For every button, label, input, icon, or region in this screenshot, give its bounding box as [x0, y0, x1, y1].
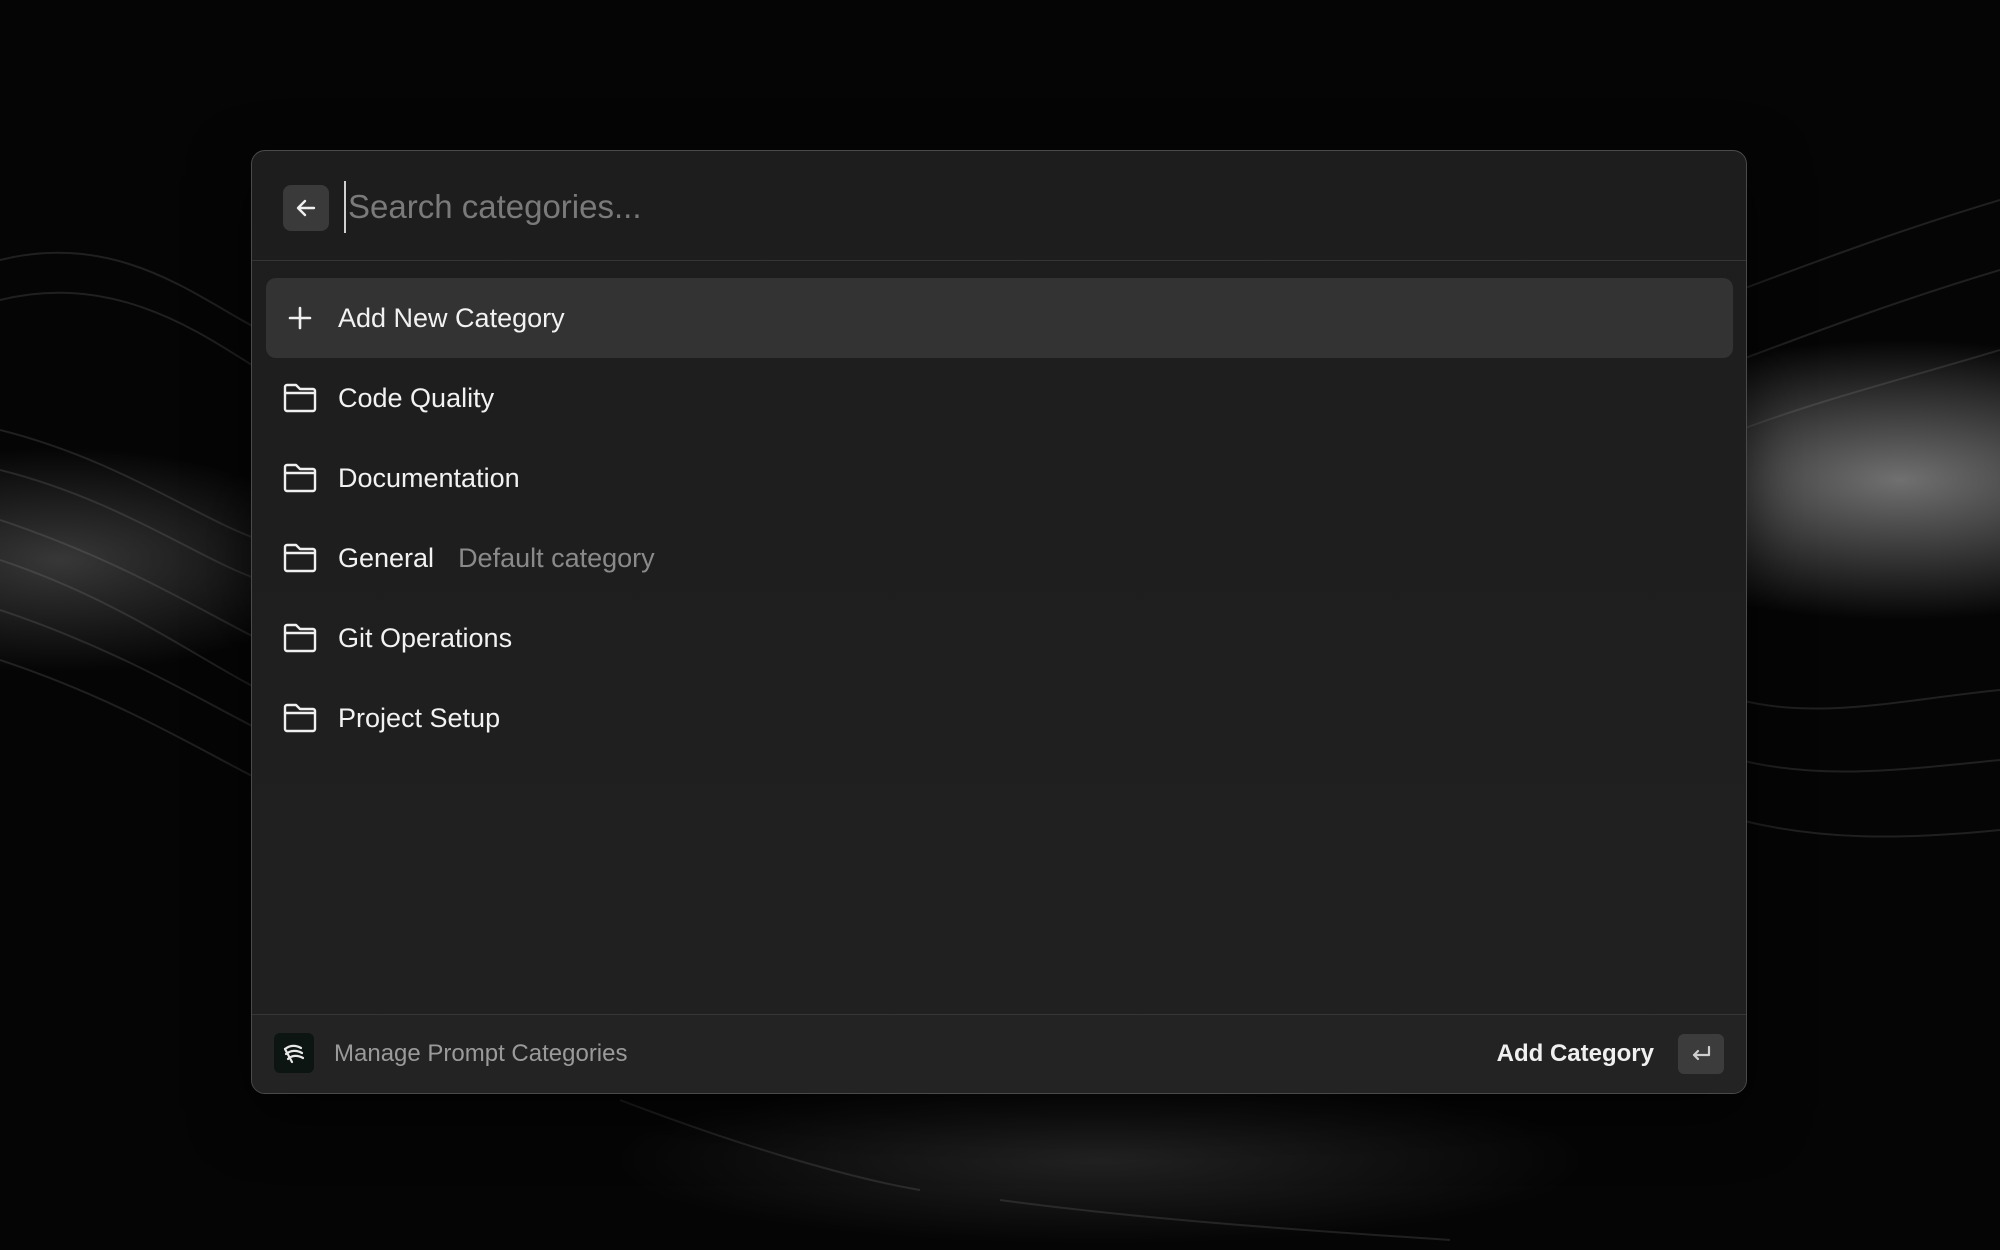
- search-input[interactable]: [344, 181, 1548, 233]
- category-picker-window: Add New Category Code Quality Documentat…: [251, 150, 1747, 1094]
- footer-bar: Manage Prompt Categories Add Category: [252, 1014, 1746, 1093]
- list-item-documentation[interactable]: Documentation: [266, 438, 1733, 518]
- add-new-category-item[interactable]: Add New Category: [266, 278, 1733, 358]
- list-item-label: Git Operations: [338, 623, 513, 653]
- arrow-left-icon: [296, 199, 316, 217]
- list-item-general[interactable]: General Default category: [266, 518, 1733, 598]
- app-logo-icon: [274, 1033, 314, 1073]
- folder-icon: [281, 619, 319, 657]
- search-bar: [252, 151, 1746, 261]
- add-category-action[interactable]: Add Category: [1497, 1015, 1654, 1093]
- enter-key-icon[interactable]: [1678, 1034, 1724, 1074]
- folder-icon: [281, 379, 319, 417]
- list-item-label: Project Setup: [338, 703, 501, 733]
- folder-icon: [281, 459, 319, 497]
- list-item-subtitle: Default category: [458, 543, 655, 573]
- list-item-code-quality[interactable]: Code Quality: [266, 358, 1733, 438]
- category-list: Add New Category Code Quality Documentat…: [266, 278, 1733, 758]
- list-item-label: Add New Category: [338, 303, 565, 333]
- folder-icon: [281, 539, 319, 577]
- back-button[interactable]: [283, 185, 329, 231]
- plus-icon: [281, 299, 319, 337]
- list-item-label: General Default category: [338, 518, 655, 598]
- list-item-label: Code Quality: [338, 383, 495, 413]
- list-item-project-setup[interactable]: Project Setup: [266, 678, 1733, 758]
- list-item-label: Documentation: [338, 463, 520, 493]
- list-item-git-operations[interactable]: Git Operations: [266, 598, 1733, 678]
- folder-icon: [281, 699, 319, 737]
- list-item-title: General: [338, 543, 435, 573]
- footer-title: Manage Prompt Categories: [334, 1040, 628, 1067]
